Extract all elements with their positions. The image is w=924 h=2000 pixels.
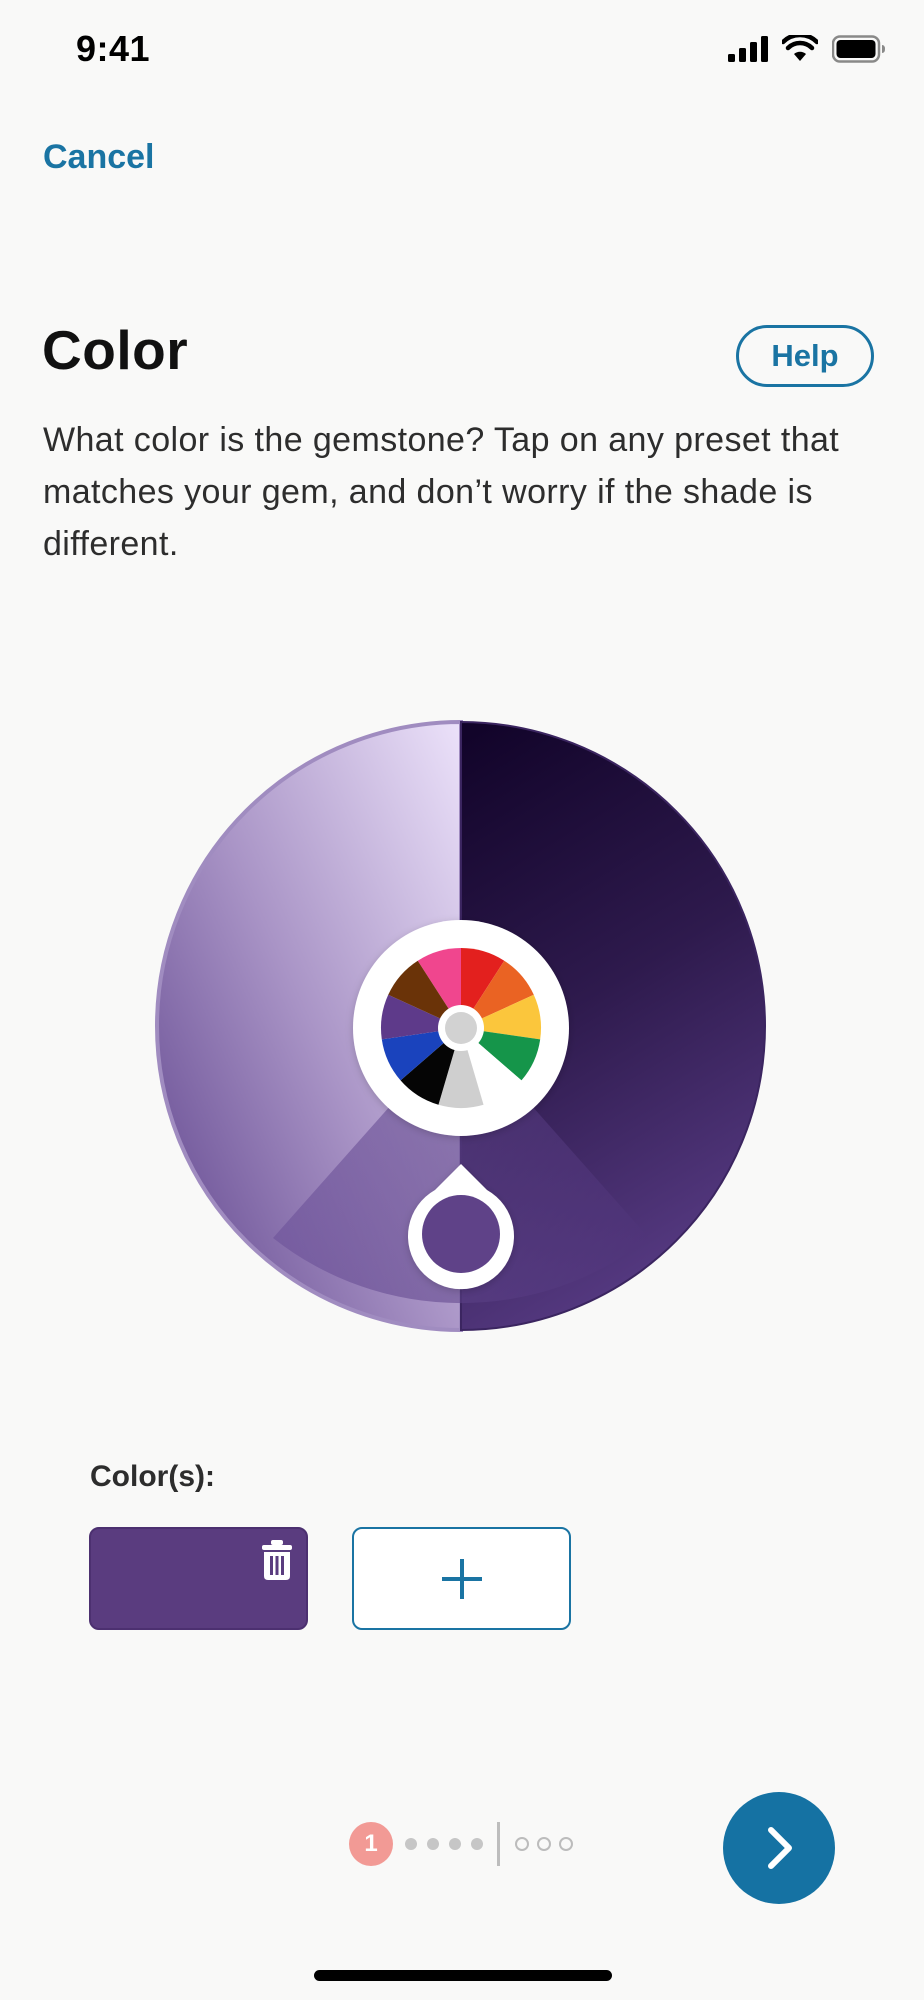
step-dot: [449, 1838, 461, 1850]
chevron-right-icon: [768, 1827, 792, 1869]
step-dot-empty: [515, 1837, 529, 1851]
signal-icon: [728, 36, 768, 62]
trash-icon[interactable]: [260, 1539, 294, 1581]
help-button[interactable]: Help: [736, 325, 874, 387]
page-title: Color: [42, 319, 189, 381]
center-gray-dot: [445, 1012, 477, 1044]
cancel-button[interactable]: Cancel: [43, 138, 155, 177]
wifi-icon: [782, 35, 818, 61]
shade-wheel[interactable]: [153, 718, 769, 1334]
step-pager: 1: [349, 1820, 579, 1868]
plus-icon: [441, 1558, 482, 1599]
status-icons: [728, 34, 886, 64]
step-dot: [427, 1838, 439, 1850]
step-dot: [405, 1838, 417, 1850]
page-description: What color is the gemstone? Tap on any p…: [43, 421, 840, 563]
current-step-badge: 1: [349, 1822, 393, 1866]
step-dot: [471, 1838, 483, 1850]
selected-color-swatch[interactable]: [89, 1527, 308, 1630]
colors-label: Color(s):: [90, 1460, 215, 1493]
pager-divider: [497, 1822, 500, 1866]
status-time: 9:41: [76, 28, 151, 69]
step-dot-empty: [559, 1837, 573, 1851]
battery-icon: [832, 35, 885, 63]
home-indicator: [314, 1970, 612, 1981]
add-color-button[interactable]: [352, 1527, 571, 1630]
next-button[interactable]: [723, 1792, 835, 1904]
step-dot-empty: [537, 1837, 551, 1851]
